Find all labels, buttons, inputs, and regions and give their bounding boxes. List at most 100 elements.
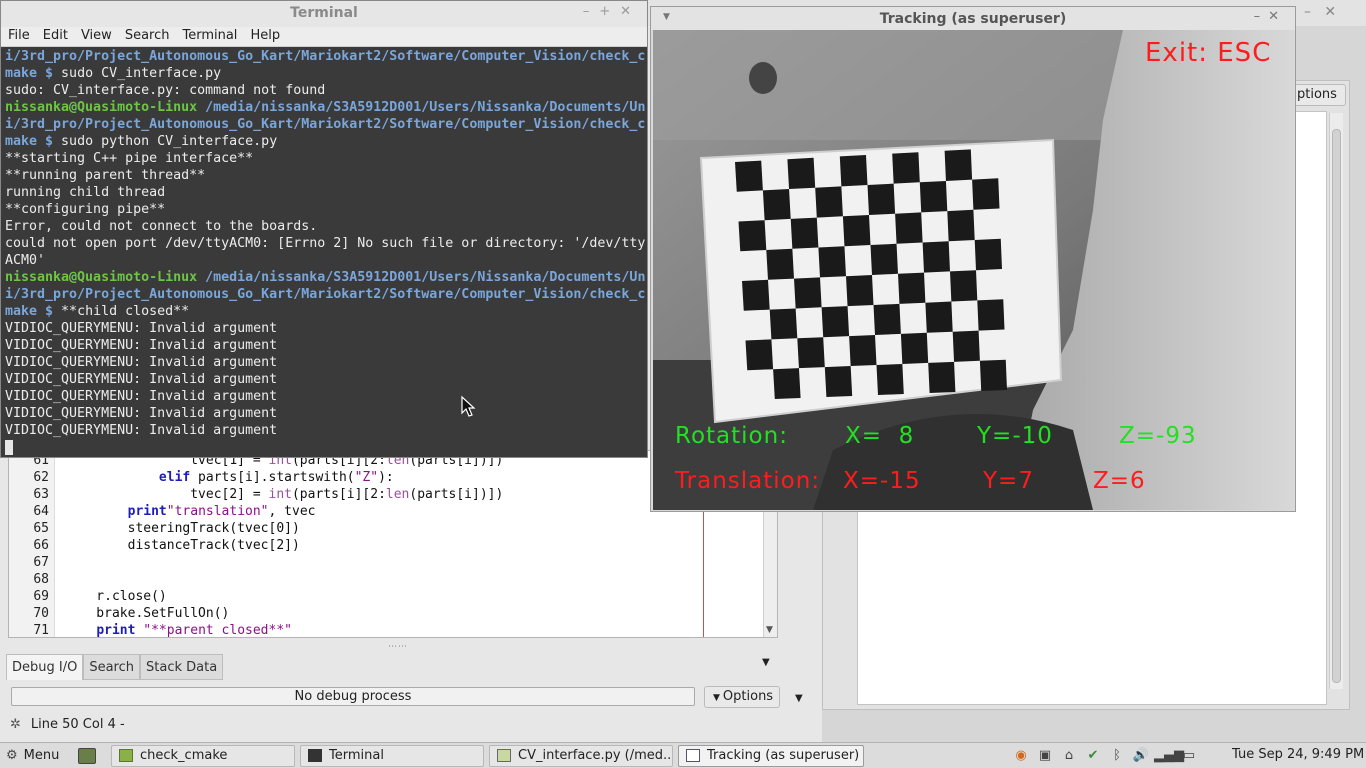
- home-folder-icon[interactable]: ⌂: [1058, 747, 1080, 765]
- code-text: r.close(): [65, 589, 167, 604]
- code-line[interactable]: 71 print "**parent closed**": [9, 622, 777, 638]
- checker-square: [742, 279, 770, 311]
- terminal-line: i/3rd_pro/Project_Autonomous_Go_Kart/Mar…: [5, 48, 647, 65]
- scroll-down-arrow-icon[interactable]: ▼: [766, 625, 773, 635]
- taskbar-item-terminal[interactable]: Terminal: [300, 745, 484, 767]
- tab-search[interactable]: Search: [83, 654, 141, 680]
- terminal-line: VIDIOC_QUERYMENU: Invalid argument: [5, 321, 278, 336]
- code-line[interactable]: 70 brake.SetFullOn(): [9, 605, 777, 622]
- user-host-text: nissanka@Quasimoto-Linux: [5, 100, 198, 115]
- menu-search[interactable]: Search: [118, 27, 176, 46]
- checker-square: [892, 152, 920, 184]
- terminal-icon: [308, 749, 322, 762]
- code-line[interactable]: 66 distanceTrack(tvec[2]): [9, 537, 777, 554]
- tab-stack-data[interactable]: Stack Data: [140, 654, 224, 680]
- bluetooth-icon[interactable]: ᛒ: [1106, 747, 1128, 765]
- terminal-line: VIDIOC_QUERYMENU: Invalid argument: [5, 338, 278, 353]
- line-number: 66: [33, 538, 49, 553]
- checker-square: [790, 217, 819, 249]
- terminal-titlebar[interactable]: Terminal –+✕: [1, 1, 647, 27]
- terminal-output[interactable]: i/3rd_pro/Project_Autonomous_Go_Kart/Mar…: [1, 48, 647, 456]
- window-controls[interactable]: –✕: [1254, 9, 1287, 24]
- terminal-line: running child thread: [5, 185, 166, 200]
- checker-square: [977, 299, 1005, 331]
- show-desktop-icon[interactable]: [78, 748, 96, 764]
- update-shield-icon[interactable]: ✔: [1082, 747, 1104, 765]
- battery-icon[interactable]: ▭: [1178, 747, 1200, 765]
- taskbar-item-check-cmake[interactable]: check_cmake: [111, 745, 295, 767]
- ide-window-controls[interactable]: – ✕: [1304, 4, 1336, 20]
- code-line[interactable]: 67: [9, 554, 777, 571]
- terminal-line: nissanka@Quasimoto-Linux /media/nissanka…: [5, 99, 647, 116]
- splitter-handle[interactable]: ⋯⋯: [388, 642, 408, 652]
- network-signal-icon[interactable]: ▂▄▆: [1154, 747, 1184, 765]
- clock[interactable]: Tue Sep 24, 9:49 PM: [1232, 747, 1364, 762]
- rotation-y: Y=-10: [977, 423, 1053, 449]
- checker-square: [952, 330, 980, 362]
- menu-edit[interactable]: Edit: [36, 27, 74, 46]
- checker-square: [815, 186, 843, 218]
- checker-square: [898, 272, 926, 304]
- checker-square: [876, 363, 904, 395]
- close-icon[interactable]: ✕: [620, 4, 641, 19]
- gear-icon: ⚙: [6, 748, 18, 763]
- triangle-down-icon: ▼: [713, 693, 720, 703]
- checker-square: [947, 209, 975, 242]
- tracking-window[interactable]: ▼ Tracking (as superuser) –✕ Exit: ESC R…: [650, 6, 1296, 512]
- minimize-icon[interactable]: –: [1254, 9, 1269, 24]
- code-line[interactable]: 69 r.close(): [9, 588, 777, 605]
- scroll-thumb[interactable]: [1332, 129, 1341, 683]
- gear-icon[interactable]: ✲: [10, 717, 21, 732]
- panel-menu-arrow-icon[interactable]: ▼: [762, 657, 770, 668]
- code-line[interactable]: 68: [9, 571, 777, 588]
- path-text: /media/nissanka/S3A5912D001/Users/Nissan…: [197, 270, 646, 285]
- checker-square: [895, 212, 923, 244]
- terminal-line: i/3rd_pro/Project_Autonomous_Go_Kart/Mar…: [5, 116, 647, 133]
- checker-square: [745, 339, 774, 371]
- volume-icon[interactable]: 🔊: [1130, 747, 1152, 765]
- terminal-icon[interactable]: ▣: [1034, 747, 1056, 765]
- start-menu-button[interactable]: ⚙ Menu: [6, 746, 59, 766]
- close-icon[interactable]: ✕: [1268, 9, 1287, 24]
- terminal-window[interactable]: Terminal –+✕ File Edit View Search Termi…: [0, 0, 648, 458]
- tracking-titlebar[interactable]: ▼ Tracking (as superuser) –✕: [651, 7, 1295, 30]
- collapse-arrow-icon[interactable]: ▼: [795, 693, 803, 704]
- right-options-button[interactable]: ptions: [1290, 84, 1346, 106]
- menu-label: Menu: [23, 748, 60, 763]
- checker-square: [735, 160, 763, 192]
- firefox-icon[interactable]: ◉: [1010, 747, 1032, 765]
- menu-help[interactable]: Help: [243, 27, 286, 46]
- checker-square: [944, 149, 973, 181]
- maximize-icon[interactable]: +: [599, 4, 620, 19]
- taskbar: ⚙ Menu check_cmake Terminal CV_interface.…: [0, 742, 1366, 768]
- menu-file[interactable]: File: [1, 27, 36, 46]
- menu-view[interactable]: View: [74, 27, 118, 46]
- prompt-text: make $: [5, 304, 54, 319]
- terminal-title: Terminal: [290, 5, 358, 21]
- tracking-title: Tracking (as superuser): [879, 11, 1067, 27]
- code-text: print"translation", tvec: [127, 504, 316, 519]
- checker-square: [922, 241, 950, 273]
- tab-debug-io[interactable]: Debug I/O: [6, 654, 84, 680]
- checker-square: [972, 178, 1000, 210]
- debug-options-button[interactable]: ▼ Options: [704, 686, 780, 708]
- window-controls[interactable]: –+✕: [583, 4, 641, 19]
- editor-icon: [497, 749, 511, 762]
- code-line[interactable]: 65 steeringTrack(tvec[0]): [9, 520, 777, 537]
- right-panel-scrollbar[interactable]: [1329, 113, 1343, 689]
- debug-process-select[interactable]: No debug process: [11, 687, 695, 706]
- text-cursor: [5, 439, 13, 455]
- taskbar-item-cv-interface[interactable]: CV_interface.py (/med...: [489, 745, 673, 767]
- checker-square: [867, 183, 896, 215]
- taskbar-item-tracking[interactable]: Tracking (as superuser): [678, 745, 864, 767]
- menu-terminal[interactable]: Terminal: [175, 27, 243, 46]
- code-text: print "**parent closed**": [96, 623, 292, 638]
- rotation-z: Z=-93: [1119, 423, 1197, 449]
- minimize-icon[interactable]: –: [583, 4, 600, 19]
- terminal-line: ACM0': [5, 253, 46, 268]
- code-text: distanceTrack(tvec[2]): [65, 538, 300, 553]
- terminal-line: Error, could not connect to the boards.: [5, 219, 318, 234]
- terminal-prompt-line[interactable]: [5, 439, 647, 456]
- taskbar-item-label: check_cmake: [140, 748, 228, 763]
- terminal-line: VIDIOC_QUERYMENU: Invalid argument: [5, 406, 278, 421]
